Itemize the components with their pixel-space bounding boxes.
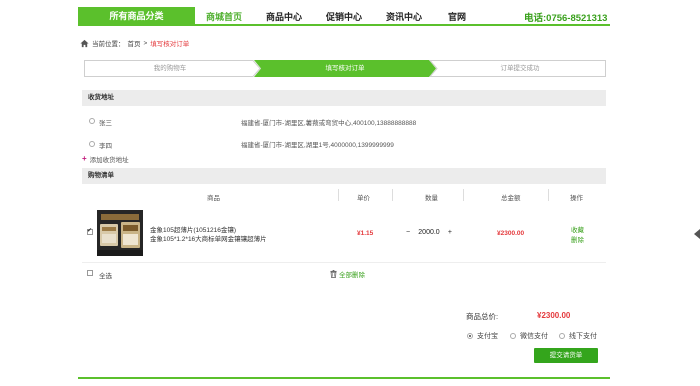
column-divider — [463, 189, 464, 201]
nav-item-news[interactable]: 资讯中心 — [386, 9, 422, 25]
nav-item-official-site[interactable]: 官网 — [448, 9, 466, 25]
total-label: 商品总价: — [466, 312, 499, 321]
payment-label-wechat: 微信支付 — [520, 333, 548, 340]
breadcrumb-separator: > — [143, 39, 148, 47]
phone-number: 电话:0756-8521313 — [524, 13, 608, 24]
address-section-title: 收货地址 — [82, 90, 606, 106]
breadcrumb: 当前位置： 首页 > 填写核对订单 — [80, 38, 189, 48]
delete-all-button[interactable]: 全部删除 — [330, 269, 365, 279]
item-total: ¥2300.00 — [497, 230, 525, 237]
address-name-2: 李四 — [99, 143, 112, 150]
quantity-input[interactable]: 2000.0 — [418, 227, 439, 238]
select-all-label: 全选 — [99, 273, 112, 280]
column-actions: 操作 — [570, 195, 583, 202]
product-thumbnail[interactable] — [97, 210, 143, 256]
step-cart: 我的购物车 — [153, 65, 187, 72]
address-detail-1: 福建省-厦门市-湖里区,薯蓣或弯贸中心,400100,13888888888 — [241, 120, 417, 127]
breadcrumb-current: 填写核对订单 — [150, 41, 190, 48]
home-icon — [80, 39, 89, 47]
footer-divider — [78, 377, 610, 379]
step-order-success: 订单提交成功 — [500, 65, 540, 72]
cart-item-checkbox[interactable] — [87, 227, 93, 235]
payment-radio-alipay[interactable] — [467, 333, 473, 339]
nav-item-promotions[interactable]: 促销中心 — [326, 9, 362, 25]
column-product: 商品 — [207, 195, 220, 202]
trash-icon — [330, 270, 337, 278]
column-divider — [548, 189, 549, 201]
total-value: ¥2300.00 — [537, 311, 571, 320]
step-fill-order: 填写核对订单 — [325, 65, 365, 72]
nav-item-products[interactable]: 商品中心 — [266, 9, 302, 25]
unit-price: ¥1.15 — [357, 230, 374, 237]
payment-option-wechat[interactable]: 微信支付 — [510, 331, 548, 341]
address-name-1: 张三 — [99, 120, 112, 127]
favorite-link[interactable]: 收藏 — [571, 224, 584, 234]
select-all-checkbox[interactable] — [87, 270, 93, 276]
payment-option-alipay[interactable]: 支付宝 — [467, 331, 498, 341]
product-name[interactable]: 金象105超薄片(1051216金镶) 金象105*1.2*16大商标单网金镶镶… — [150, 226, 267, 244]
product-name-line-2: 金象105*1.2*16大商标单网金镶镶超薄片 — [150, 236, 267, 243]
breadcrumb-home-link[interactable]: 首页 — [128, 38, 141, 48]
payment-option-offline[interactable]: 线下支付 — [559, 331, 597, 341]
payment-radio-offline[interactable] — [559, 333, 565, 339]
order-progress: 我的购物车 填写核对订单 订单提交成功 — [84, 60, 606, 77]
delete-item-link[interactable]: 删除 — [571, 234, 584, 244]
address-radio-2[interactable] — [89, 141, 95, 147]
submit-order-button[interactable]: 提交请货单 — [534, 348, 598, 363]
address-detail-2: 福建省-厦门市-湖里区,湖里1号,4000000,1399999999 — [241, 142, 394, 149]
payment-label-offline: 线下支付 — [569, 333, 597, 340]
column-quantity: 数量 — [425, 195, 438, 202]
add-address-button[interactable]: + 添加收货地址 — [82, 154, 129, 165]
breadcrumb-prefix: 当前位置： — [92, 41, 125, 48]
column-unit-price: 单价 — [357, 195, 370, 202]
scroll-arrow-icon[interactable] — [692, 228, 700, 240]
plus-icon: + — [82, 154, 87, 163]
address-radio-1[interactable] — [89, 118, 95, 124]
payment-radio-wechat[interactable] — [510, 333, 516, 339]
add-address-label: 添加收货地址 — [89, 157, 129, 164]
column-divider — [338, 189, 339, 201]
product-name-line-1: 金象105超薄片(1051216金镶) — [150, 227, 236, 234]
cart-section-title: 购物清单 — [82, 168, 606, 184]
nav-item-home[interactable]: 商城首页 — [206, 9, 242, 25]
quantity-decrease-button[interactable]: − — [406, 227, 410, 238]
product-image — [97, 210, 143, 256]
column-divider — [392, 189, 393, 201]
delete-all-label: 全部删除 — [339, 272, 365, 279]
payment-label-alipay: 支付宝 — [477, 333, 498, 340]
all-categories-button[interactable]: 所有商品分类 — [78, 7, 195, 26]
column-total: 总金额 — [501, 195, 521, 202]
quantity-stepper: − 2000.0 + — [406, 227, 452, 238]
quantity-increase-button[interactable]: + — [448, 227, 452, 238]
